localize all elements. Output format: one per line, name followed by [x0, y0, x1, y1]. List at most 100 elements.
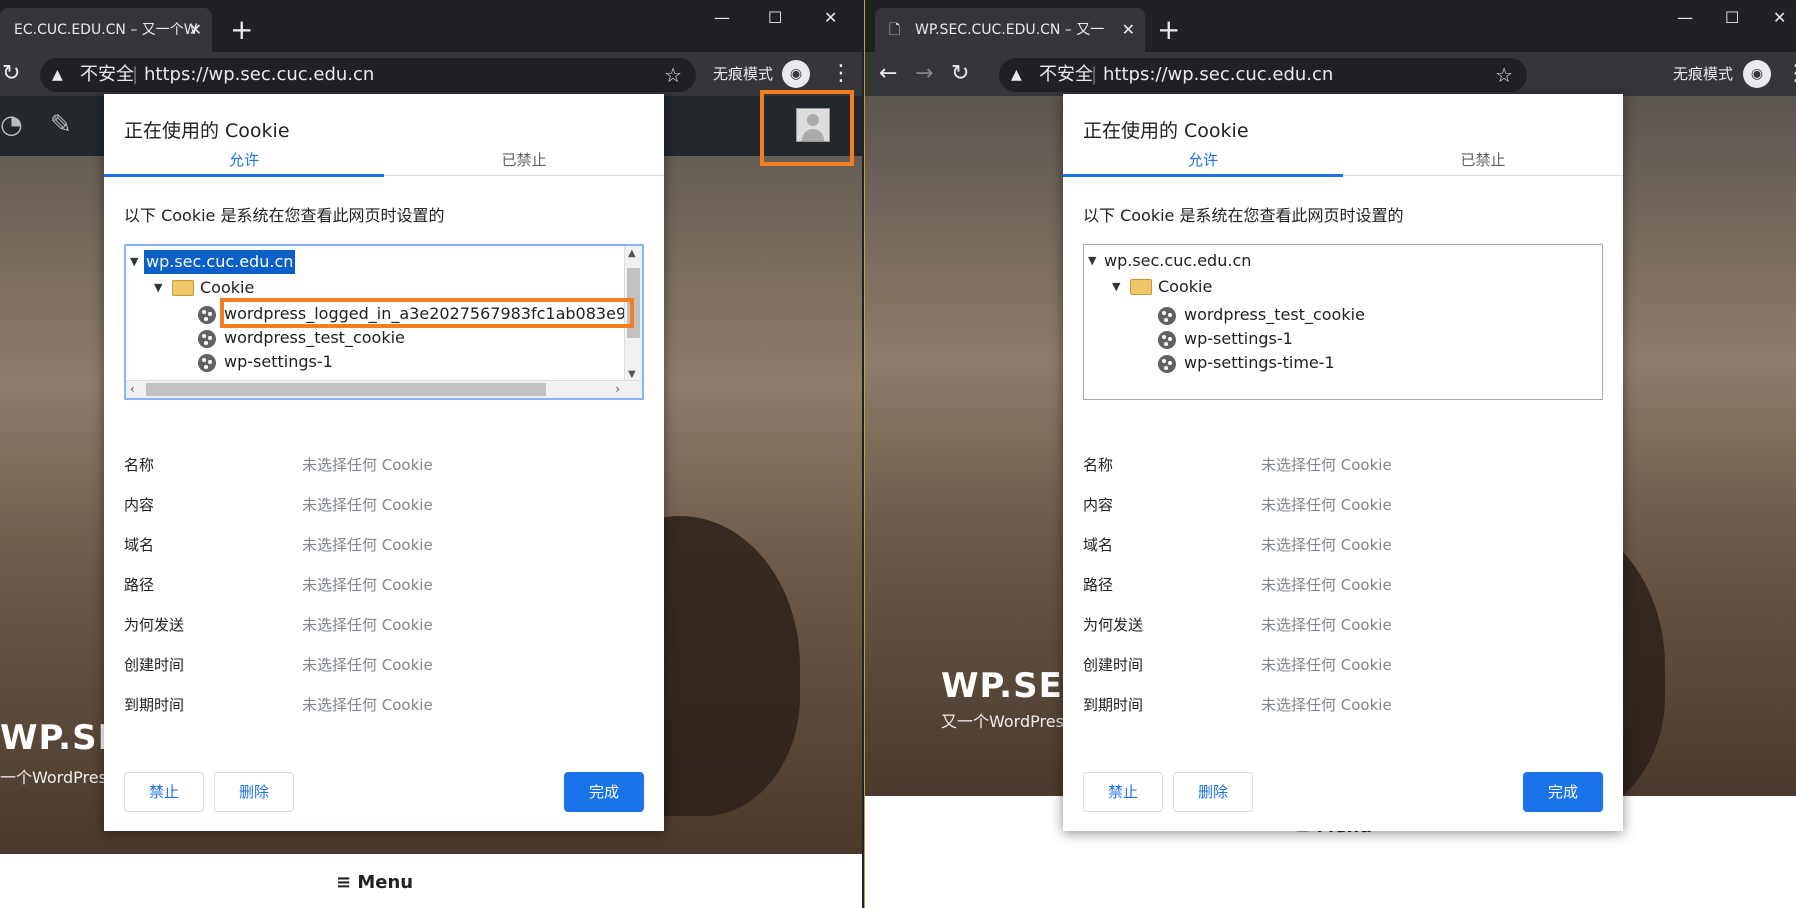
- close-window-button[interactable]: ✕: [824, 6, 837, 30]
- dialog-tabs: 允许 已禁止: [104, 146, 664, 177]
- menu-button[interactable]: ≡ Menu: [336, 872, 413, 893]
- detail-label-domain: 域名: [124, 536, 155, 554]
- scroll-left-icon[interactable]: ‹: [130, 382, 135, 396]
- folder-icon: [172, 280, 194, 296]
- close-window-button[interactable]: ✕: [1773, 6, 1786, 30]
- bookmark-star-icon[interactable]: ☆: [1495, 58, 1513, 92]
- cookie-icon: [1158, 307, 1176, 325]
- done-button[interactable]: 完成: [1523, 772, 1603, 812]
- expand-triangle-icon[interactable]: ▼: [130, 250, 138, 274]
- browser-tab[interactable]: EC.CUC.EDU.CN – 又一个W ✕: [0, 8, 212, 52]
- maximize-button[interactable]: ☐: [768, 6, 782, 30]
- warning-icon: ▲: [1011, 67, 1022, 83]
- bookmark-star-icon[interactable]: ☆: [664, 58, 682, 92]
- detail-value-name: 未选择任何 Cookie: [302, 456, 433, 474]
- tree-cookie-label[interactable]: wordpress_test_cookie: [1184, 303, 1365, 327]
- cookie-tree[interactable]: ▼ wp.sec.cuc.edu.cn ▼ Cookie wordpress_t…: [1083, 244, 1603, 400]
- tree-domain-label[interactable]: wp.sec.cuc.edu.cn: [1104, 249, 1251, 273]
- not-secure-label[interactable]: 不安全: [80, 58, 134, 92]
- close-tab-icon[interactable]: ✕: [1122, 8, 1135, 52]
- cookie-icon: [198, 330, 216, 348]
- expand-triangle-icon[interactable]: ▼: [154, 276, 162, 300]
- tree-domain-label[interactable]: wp.sec.cuc.edu.cn: [144, 250, 296, 274]
- new-tab-button[interactable]: +: [230, 10, 253, 50]
- done-button[interactable]: 完成: [564, 772, 644, 812]
- block-button[interactable]: 禁止: [1083, 772, 1163, 812]
- delete-button[interactable]: 删除: [214, 772, 294, 812]
- folder-icon: [1130, 279, 1152, 295]
- tree-folder-label[interactable]: Cookie: [200, 276, 254, 300]
- minimize-button[interactable]: —: [714, 6, 730, 30]
- detail-label-domain: 域名: [1083, 536, 1114, 554]
- back-icon[interactable]: ←: [879, 59, 897, 89]
- detail-label-path: 路径: [124, 576, 155, 594]
- detail-value-path: 未选择任何 Cookie: [302, 576, 433, 594]
- tab-allowed[interactable]: 允许: [104, 146, 384, 177]
- tab-strip: EC.CUC.EDU.CN – 又一个W ✕ + — ☐ ✕: [0, 0, 862, 52]
- detail-value-created: 未选择任何 Cookie: [1261, 656, 1392, 674]
- dialog-description: 以下 Cookie 是系统在您查看此网页时设置的: [124, 206, 445, 225]
- forward-icon[interactable]: →: [915, 59, 933, 89]
- detail-value-domain: 未选择任何 Cookie: [1261, 536, 1392, 554]
- url-text[interactable]: https://wp.sec.cuc.edu.cn: [144, 58, 374, 92]
- page-icon: 🗋: [889, 22, 901, 38]
- cookie-icon: [1158, 331, 1176, 349]
- browser-window-right: 🗋 WP.SEC.CUC.EDU.CN – 又一个W ✕ + — ☐ ✕ ← →…: [864, 0, 1796, 908]
- tab-blocked[interactable]: 已禁止: [1343, 146, 1623, 174]
- detail-label-created: 创建时间: [124, 656, 185, 674]
- menu-icon[interactable]: ⋮: [1785, 60, 1796, 88]
- cookie-icon: [198, 306, 216, 324]
- horizontal-scrollbar[interactable]: ‹ ›: [126, 380, 642, 398]
- incognito-label: 无痕模式: [713, 65, 774, 83]
- detail-label-name: 名称: [124, 456, 155, 474]
- menu-icon[interactable]: ⋮: [830, 60, 852, 88]
- tree-folder-label[interactable]: Cookie: [1158, 275, 1212, 299]
- maximize-button[interactable]: ☐: [1725, 6, 1739, 30]
- address-bar[interactable]: ▲ 不安全 | https://wp.sec.cuc.edu.cn ☆: [999, 58, 1527, 92]
- brush-icon[interactable]: ✎: [50, 110, 72, 140]
- dialog-description: 以下 Cookie 是系统在您查看此网页时设置的: [1083, 206, 1404, 225]
- reload-icon[interactable]: ↻: [2, 59, 20, 89]
- minimize-button[interactable]: —: [1677, 6, 1693, 30]
- cookie-tree[interactable]: ▼ wp.sec.cuc.edu.cn ▼ Cookie wordpress_l…: [124, 244, 644, 400]
- detail-value-send-for: 未选择任何 Cookie: [1261, 616, 1392, 634]
- detail-label-name: 名称: [1083, 456, 1114, 474]
- tree-cookie-label[interactable]: wp-settings-1: [224, 350, 333, 374]
- reload-icon[interactable]: ↻: [951, 59, 969, 89]
- tab-allowed[interactable]: 允许: [1063, 146, 1343, 177]
- tree-cookie-label[interactable]: wordpress_test_cookie: [224, 326, 405, 350]
- not-secure-label[interactable]: 不安全: [1039, 58, 1093, 92]
- site-tagline: 又一个WordPress: [941, 712, 1073, 731]
- detail-value-send-for: 未选择任何 Cookie: [302, 616, 433, 634]
- scroll-down-icon[interactable]: ▼: [628, 369, 636, 380]
- detail-label-expires: 到期时间: [124, 696, 185, 714]
- expand-triangle-icon[interactable]: ▼: [1112, 275, 1120, 299]
- tab-title: WP.SEC.CUC.EDU.CN – 又一个W: [915, 22, 1105, 38]
- detail-label-send-for: 为何发送: [124, 616, 185, 634]
- detail-value-content: 未选择任何 Cookie: [302, 496, 433, 514]
- cookie-dialog: 正在使用的 Cookie 允许 已禁止 以下 Cookie 是系统在您查看此网页…: [1063, 94, 1623, 831]
- tree-cookie-label[interactable]: wp-settings-time-1: [1184, 351, 1335, 375]
- delete-button[interactable]: 删除: [1173, 772, 1253, 812]
- detail-label-expires: 到期时间: [1083, 696, 1144, 714]
- detail-label-created: 创建时间: [1083, 656, 1144, 674]
- expand-triangle-icon[interactable]: ▼: [1088, 249, 1096, 273]
- browser-tab[interactable]: 🗋 WP.SEC.CUC.EDU.CN – 又一个W ✕: [875, 8, 1145, 52]
- detail-label-path: 路径: [1083, 576, 1114, 594]
- scroll-thumb[interactable]: [146, 383, 546, 396]
- dashboard-icon[interactable]: ◔: [0, 110, 23, 140]
- cookie-icon: [1158, 355, 1176, 373]
- url-text[interactable]: https://wp.sec.cuc.edu.cn: [1103, 58, 1333, 92]
- block-button[interactable]: 禁止: [124, 772, 204, 812]
- tab-blocked[interactable]: 已禁止: [384, 146, 664, 174]
- new-tab-button[interactable]: +: [1157, 10, 1180, 50]
- close-tab-icon[interactable]: ✕: [189, 8, 202, 52]
- scroll-right-icon[interactable]: ›: [615, 382, 620, 396]
- address-bar[interactable]: ▲ 不安全 | https://wp.sec.cuc.edu.cn ☆: [40, 58, 696, 92]
- cookie-dialog: 正在使用的 Cookie 允许 已禁止 以下 Cookie 是系统在您查看此网页…: [104, 94, 664, 831]
- detail-value-path: 未选择任何 Cookie: [1261, 576, 1392, 594]
- cookie-icon: [198, 354, 216, 372]
- scroll-up-icon[interactable]: ▲: [628, 248, 636, 259]
- browser-toolbar: ↻ ▲ 不安全 | https://wp.sec.cuc.edu.cn ☆ 无痕…: [0, 52, 862, 96]
- tree-cookie-label[interactable]: wp-settings-1: [1184, 327, 1293, 351]
